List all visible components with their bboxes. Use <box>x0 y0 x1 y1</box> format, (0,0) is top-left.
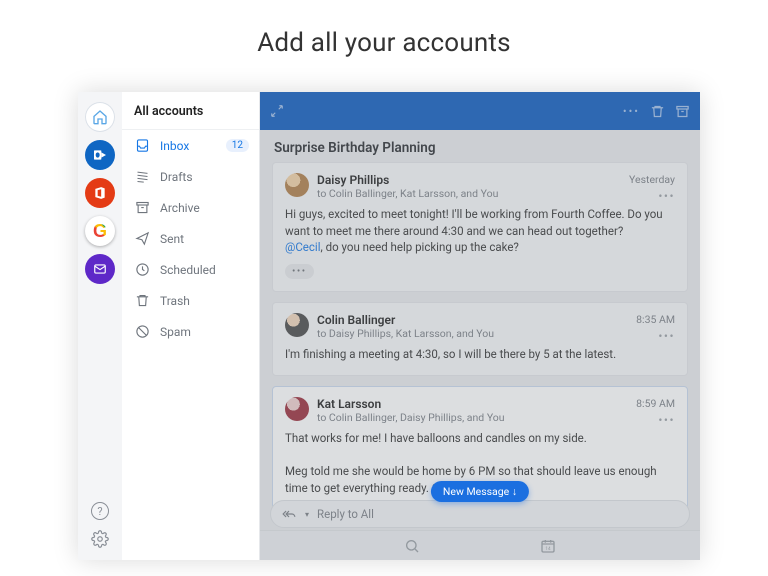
message-to: to Colin Ballinger, Kat Larsson, and You <box>317 187 498 200</box>
avatar <box>285 173 309 197</box>
message-thread: Daisy Phillipsto Colin Ballinger, Kat La… <box>260 162 700 529</box>
message-time: 8:59 AM <box>636 397 675 410</box>
folder-archive[interactable]: Archive <box>122 192 259 223</box>
folder-label: Scheduled <box>160 263 216 277</box>
archive-icon[interactable] <box>675 104 690 119</box>
sent-icon <box>134 231 150 246</box>
folder-label: Drafts <box>160 170 193 184</box>
help-icon[interactable]: ? <box>91 502 109 520</box>
message-time: 8:35 AM <box>636 313 675 326</box>
folder-schedule[interactable]: Scheduled <box>122 254 259 285</box>
folder-nav: All accounts Inbox 12 Drafts Archive Sent Sch… <box>122 92 260 560</box>
message-more-icon[interactable]: ••• <box>658 413 675 427</box>
page-title: Add all your accounts <box>0 0 768 78</box>
expand-icon[interactable] <box>270 104 284 118</box>
message-body: Hi guys, excited to meet tonight! I'll b… <box>285 206 675 256</box>
folder-inbox[interactable]: Inbox 12 <box>122 130 259 161</box>
folder-trash[interactable]: Trash <box>122 285 259 316</box>
message-from: Kat Larsson <box>317 397 505 411</box>
reply-input[interactable]: ▾ Reply to All <box>270 500 690 528</box>
message-body: I'm finishing a meeting at 4:30, so I wi… <box>285 346 675 363</box>
schedule-icon <box>134 262 150 277</box>
message-from: Colin Ballinger <box>317 313 494 327</box>
unread-badge: 12 <box>226 139 249 152</box>
more-icon[interactable]: ••• <box>623 105 640 118</box>
avatar <box>285 397 309 421</box>
folder-spam[interactable]: Spam <box>122 316 259 347</box>
mention[interactable]: @Cecil <box>285 240 321 254</box>
new-message-pill[interactable]: New Message ↓ <box>431 481 529 502</box>
account-yahoomail-icon[interactable] <box>85 254 115 284</box>
folder-drafts[interactable]: Drafts <box>122 161 259 192</box>
folder-label: Sent <box>160 232 184 246</box>
reading-pane: ••• Surprise Birthday Planning Daisy Phi… <box>260 92 700 560</box>
delete-icon[interactable] <box>650 104 665 119</box>
conversation-toolbar: ••• <box>260 92 700 130</box>
message-to: to Colin Ballinger, Daisy Phillips, and … <box>317 411 505 424</box>
account-google-icon[interactable]: G <box>85 216 115 246</box>
inbox-icon <box>134 138 150 153</box>
message-card[interactable]: Colin Ballingerto Daisy Phillips, Kat La… <box>272 302 688 376</box>
message-card[interactable]: Daisy Phillipsto Colin Ballinger, Kat La… <box>272 162 688 292</box>
account-office-icon[interactable] <box>85 178 115 208</box>
search-tab-icon[interactable] <box>404 538 420 554</box>
spam-icon <box>134 324 150 339</box>
nav-title: All accounts <box>122 92 259 130</box>
reply-all-icon <box>281 507 297 521</box>
drafts-icon <box>134 169 150 184</box>
message-more-icon[interactable]: ••• <box>658 189 675 203</box>
folder-label: Trash <box>160 294 190 308</box>
svg-text:14: 14 <box>545 546 551 552</box>
archive-icon <box>134 200 150 215</box>
conversation-subject: Surprise Birthday Planning <box>260 130 700 162</box>
account-rail: G ? <box>78 92 122 560</box>
message-time: Yesterday <box>629 173 675 186</box>
bottom-tab-bar: 14 <box>260 530 700 560</box>
app-frame: G ? All accounts Inbox 12 Drafts Archive Sen… <box>78 92 700 560</box>
settings-icon[interactable] <box>91 530 109 548</box>
account-home-icon[interactable] <box>85 102 115 132</box>
folder-label: Spam <box>160 325 191 339</box>
reply-placeholder: Reply to All <box>317 507 374 521</box>
folder-label: Inbox <box>160 139 189 153</box>
message-to: to Daisy Phillips, Kat Larsson, and You <box>317 327 494 340</box>
account-outlook-icon[interactable] <box>85 140 115 170</box>
trash-icon <box>134 293 150 308</box>
folder-sent[interactable]: Sent <box>122 223 259 254</box>
avatar <box>285 313 309 337</box>
collapse-quote-icon[interactable]: ••• <box>285 264 314 279</box>
message-from: Daisy Phillips <box>317 173 498 187</box>
calendar-tab-icon[interactable]: 14 <box>540 538 556 554</box>
message-more-icon[interactable]: ••• <box>658 329 675 343</box>
folder-label: Archive <box>160 201 200 215</box>
